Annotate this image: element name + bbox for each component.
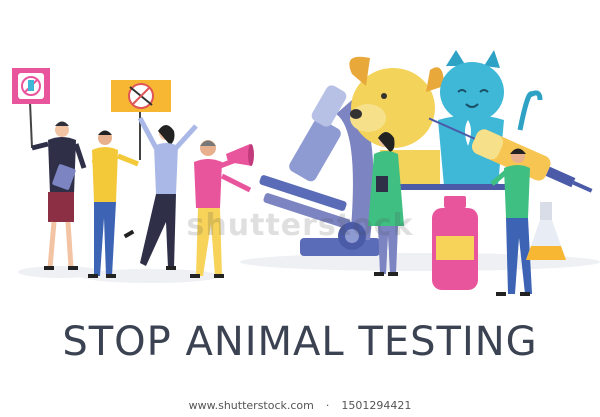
medicine-jar (432, 196, 478, 290)
canvas: shutterstock STOP ANIMAL TESTING www.shu… (0, 0, 600, 417)
protester-2 (88, 130, 139, 278)
protester-1 (31, 121, 87, 270)
flask (526, 202, 566, 260)
lab-bench (380, 184, 520, 190)
footer-separator: · (325, 399, 330, 412)
footer-site: www.shutterstock.com (188, 399, 314, 412)
footer-image-id: 1501294421 (341, 399, 412, 412)
illustration (12, 50, 600, 296)
footer-bar: www.shutterstock.com · 1501294421 (0, 395, 600, 417)
protester-megaphone (190, 140, 254, 278)
protest-sign-pink (12, 68, 50, 149)
headline: STOP ANIMAL TESTING (62, 319, 538, 365)
protester-3 (123, 116, 198, 270)
